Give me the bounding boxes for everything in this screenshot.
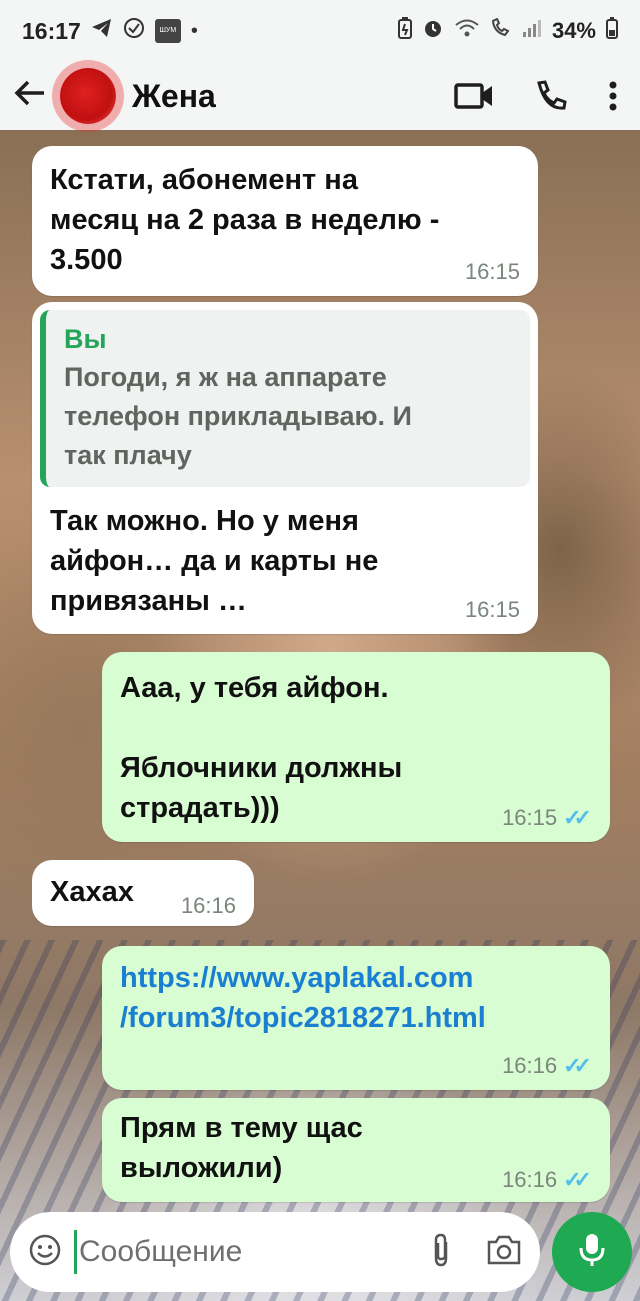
telegram-icon bbox=[91, 18, 113, 44]
read-ticks-icon: ✓✓ bbox=[563, 1167, 592, 1192]
message-meta: 16:15 ✓✓ bbox=[502, 806, 592, 830]
message-outgoing[interactable]: Ааа, у тебя айфон. Яблочники должны стра… bbox=[102, 652, 610, 842]
app-badge-icon: ШУМ bbox=[154, 19, 181, 43]
video-call-icon[interactable] bbox=[454, 82, 494, 110]
avatar[interactable] bbox=[60, 68, 116, 124]
attach-icon[interactable] bbox=[430, 1232, 452, 1273]
microphone-icon bbox=[578, 1232, 606, 1273]
message-time: 16:15 bbox=[464, 259, 520, 284]
message-input[interactable]: Сообщение bbox=[79, 1235, 430, 1269]
message-time: 16:16 bbox=[502, 1167, 558, 1192]
dot-icon: • bbox=[190, 19, 198, 42]
message-text: Ааа, у тебя айфон. Яблочники должны стра… bbox=[120, 672, 403, 824]
chat-header: Жена bbox=[0, 62, 640, 130]
message-meta: 16:15 bbox=[465, 598, 520, 622]
contact-name[interactable]: Жена bbox=[132, 78, 454, 115]
message-meta: 16:15 bbox=[465, 260, 520, 284]
text-caret bbox=[74, 1230, 77, 1274]
message-meta: 16:16 bbox=[181, 894, 236, 918]
message-meta: 16:16 ✓✓ bbox=[502, 1168, 592, 1192]
message-incoming-reply[interactable]: Вы Погоди, я ж на аппарате телефон прикл… bbox=[32, 302, 538, 634]
message-outgoing-link[interactable]: https://www.yaplakal.com /forum3/topic28… bbox=[102, 946, 610, 1090]
camera-icon[interactable] bbox=[486, 1234, 522, 1271]
message-composer: Сообщение bbox=[10, 1212, 540, 1292]
message-link[interactable]: https://www.yaplakal.com /forum3/topic28… bbox=[120, 958, 592, 1038]
message-time: 16:15 bbox=[464, 597, 520, 622]
message-time: 16:16 bbox=[180, 893, 236, 918]
message-meta: 16:16 ✓✓ bbox=[502, 1054, 592, 1078]
message-incoming[interactable]: Хахах 16:16 bbox=[32, 860, 254, 926]
message-text: Так можно. Но у меня айфон… да и карты н… bbox=[50, 505, 379, 617]
read-ticks-icon: ✓✓ bbox=[563, 805, 592, 830]
message-time: 16:15 bbox=[502, 805, 558, 830]
status-time: 16:17 bbox=[22, 17, 81, 44]
check-circle-icon bbox=[123, 17, 145, 45]
battery-level: 34% bbox=[551, 18, 596, 43]
battery-saver-icon bbox=[397, 17, 412, 45]
battery-icon bbox=[606, 17, 618, 45]
microphone-button[interactable] bbox=[552, 1212, 632, 1292]
back-arrow-icon[interactable] bbox=[14, 77, 54, 116]
message-time: 16:16 bbox=[502, 1053, 558, 1078]
message-outgoing[interactable]: Прям в тему щас выложили) 16:16 ✓✓ bbox=[102, 1098, 610, 1202]
quote-text: Погоди, я ж на аппарате телефон приклады… bbox=[64, 362, 412, 470]
phone-call-icon[interactable] bbox=[534, 79, 568, 113]
quote-author: Вы bbox=[64, 324, 107, 354]
signal-icon bbox=[522, 18, 542, 44]
wifi-icon bbox=[454, 18, 480, 44]
alarm-icon bbox=[422, 17, 444, 45]
emoji-icon[interactable] bbox=[28, 1233, 62, 1272]
call-icon bbox=[490, 17, 512, 44]
read-ticks-icon: ✓✓ bbox=[563, 1053, 592, 1078]
message-incoming[interactable]: Кстати, абонемент на месяц на 2 раза в н… bbox=[32, 146, 538, 296]
status-bar: 16:17 ШУМ • 34% bbox=[0, 0, 640, 62]
message-text: Кстати, абонемент на месяц на 2 раза в н… bbox=[50, 164, 440, 276]
quoted-message[interactable]: Вы Погоди, я ж на аппарате телефон прикл… bbox=[40, 310, 530, 487]
more-options-icon[interactable] bbox=[608, 81, 618, 111]
